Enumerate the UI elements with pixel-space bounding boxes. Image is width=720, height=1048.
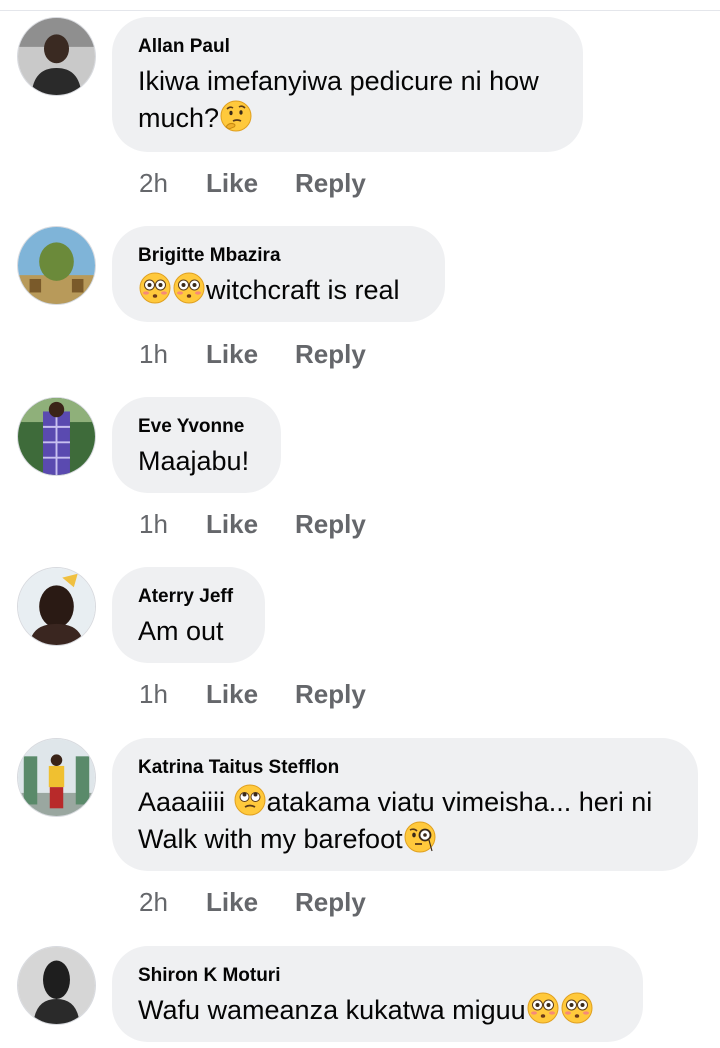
comment-author[interactable]: Brigitte Mbazira	[138, 244, 419, 268]
face-with-monocle-icon	[404, 821, 436, 853]
avatar[interactable]	[17, 397, 96, 476]
like-button[interactable]: Like	[206, 168, 295, 198]
comment-timestamp: 2h	[139, 168, 168, 198]
comment-author[interactable]: Allan Paul	[138, 35, 557, 59]
comment-author[interactable]: Shiron K Moturi	[138, 964, 617, 988]
comment-text: Am out	[138, 616, 224, 646]
reply-button[interactable]: Reply	[295, 339, 366, 369]
comment-bubble: Eve Yvonne Maajabu!	[112, 397, 281, 493]
avatar[interactable]	[17, 17, 96, 96]
comment-author[interactable]: Katrina Taitus Stefflon	[138, 756, 672, 780]
comment-text-line: Aaaaiiii atakama viatu vimeisha... heri …	[138, 784, 672, 821]
comment-text-line: much?	[138, 100, 557, 137]
like-button[interactable]: Like	[206, 679, 295, 709]
avatar[interactable]	[17, 946, 96, 1025]
reply-button[interactable]: Reply	[295, 168, 366, 198]
comment-text: witchcraft is real	[206, 275, 400, 305]
comment-text: Wafu wameanza kukatwa miguu	[138, 995, 526, 1025]
comment-timestamp: 1h	[139, 679, 168, 709]
thinking-face-icon	[220, 100, 252, 132]
comment-actions: 1h Like Reply	[139, 509, 366, 539]
comment-actions: 1h Like Reply	[139, 339, 366, 369]
avatar[interactable]	[17, 226, 96, 305]
comment-bubble: Brigitte Mbazira witchcraft is real	[112, 226, 445, 322]
avatar[interactable]	[17, 738, 96, 817]
flushed-face-icon	[527, 992, 559, 1024]
comment-bubble: Allan Paul Ikiwa imefanyiwa pedicure ni …	[112, 17, 583, 152]
flushed-face-icon	[173, 272, 205, 304]
comment-timestamp: 1h	[139, 339, 168, 369]
comment-text-part: much?	[138, 103, 220, 133]
like-button[interactable]: Like	[206, 887, 295, 917]
comment-text-part: Aaaaiiii	[138, 787, 226, 817]
rolling-eyes-face-icon	[234, 784, 266, 816]
flushed-face-icon	[139, 272, 171, 304]
comment-bubble: Shiron K Moturi Wafu wameanza kukatwa mi…	[112, 946, 643, 1042]
comment-bubble: Katrina Taitus Stefflon Aaaaiiii atakama…	[112, 738, 698, 871]
reply-button[interactable]: Reply	[295, 679, 366, 709]
comment-actions: 2h Like Reply	[139, 887, 366, 917]
top-divider	[0, 10, 720, 11]
comment-bubble: Aterry Jeff Am out	[112, 567, 265, 663]
comment-author[interactable]: Aterry Jeff	[138, 585, 239, 609]
comment-text-part: atakama viatu vimeisha... heri ni	[266, 787, 653, 817]
comment-author[interactable]: Eve Yvonne	[138, 415, 255, 439]
reply-button[interactable]: Reply	[295, 887, 366, 917]
comment-text: Maajabu!	[138, 446, 250, 476]
comment-actions: 2h Like Reply	[139, 168, 366, 198]
comment-timestamp: 2h	[139, 887, 168, 917]
comment-text: Ikiwa imefanyiwa pedicure ni how	[138, 66, 539, 96]
flushed-face-icon	[561, 992, 593, 1024]
like-button[interactable]: Like	[206, 339, 295, 369]
reply-button[interactable]: Reply	[295, 509, 366, 539]
comment-text-line: Wafu wameanza kukatwa miguu	[138, 992, 617, 1029]
avatar[interactable]	[17, 567, 96, 646]
comment-text-line: witchcraft is real	[138, 272, 419, 309]
comment-text-part: Walk with my barefoot	[138, 824, 403, 854]
comment-timestamp: 1h	[139, 509, 168, 539]
comment-actions: 1h Like Reply	[139, 679, 366, 709]
like-button[interactable]: Like	[206, 509, 295, 539]
comment-text-line: Walk with my barefoot	[138, 821, 672, 858]
